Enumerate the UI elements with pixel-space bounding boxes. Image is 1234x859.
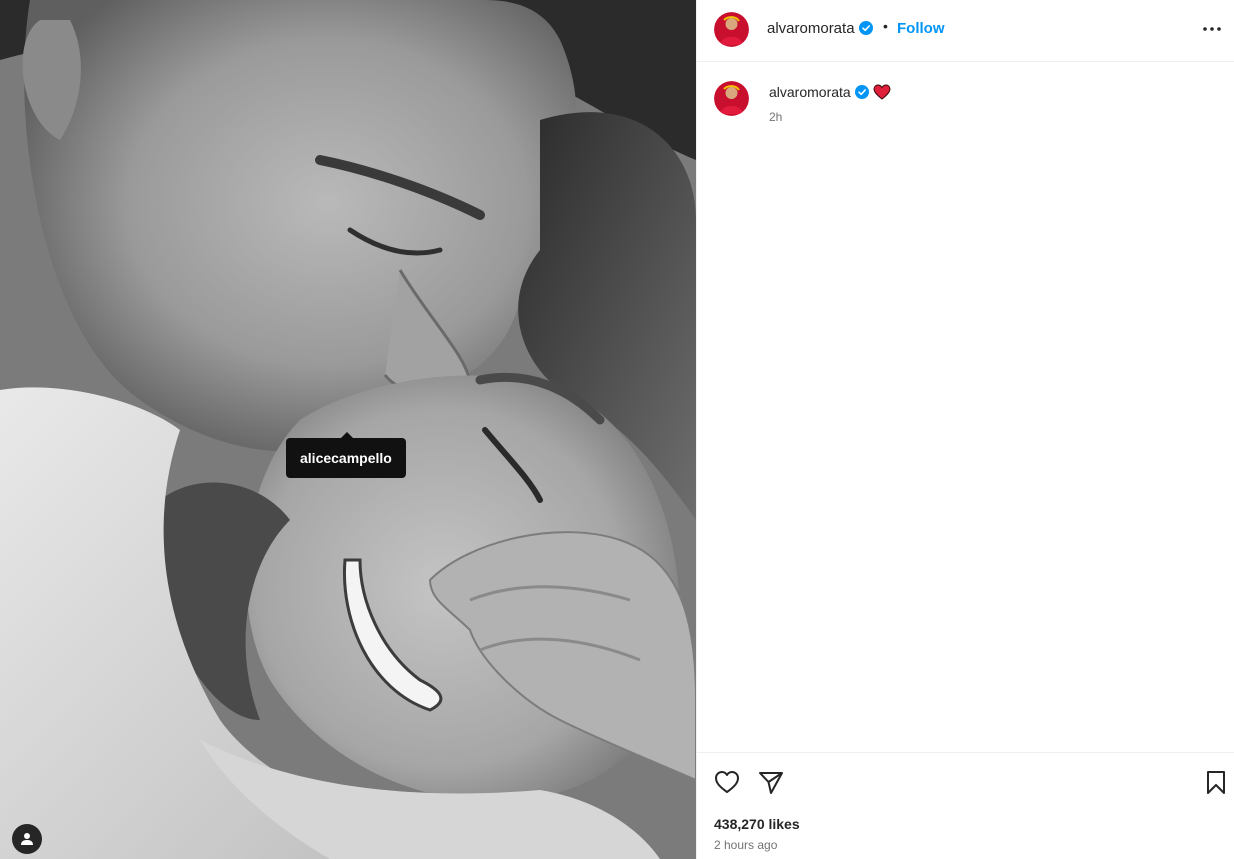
- instagram-post: alicecampello alvaromorata • Follow alva…: [0, 0, 1234, 859]
- caption-timestamp[interactable]: 2h: [769, 110, 782, 124]
- follow-button[interactable]: Follow: [897, 20, 945, 37]
- post-photo[interactable]: alicecampello: [0, 0, 696, 859]
- caption-line: alvaromorata: [769, 84, 891, 100]
- post-image: [0, 0, 696, 859]
- verified-badge-icon: [854, 85, 869, 99]
- verified-badge-icon: [858, 21, 873, 35]
- more-options-icon[interactable]: [1200, 20, 1224, 38]
- post-actions: 438,270 likes 2 hours ago: [697, 752, 1234, 859]
- avatar[interactable]: [714, 12, 749, 47]
- heart-emoji: [873, 84, 891, 100]
- paper-plane-icon[interactable]: [757, 768, 785, 796]
- post-sidebar: alvaromorata • Follow alvaromorata 2h 43…: [696, 0, 1234, 859]
- tagged-users-button[interactable]: [12, 824, 42, 854]
- post-timestamp[interactable]: 2 hours ago: [714, 838, 777, 852]
- separator-dot: •: [883, 18, 888, 34]
- avatar-image: [714, 81, 749, 116]
- user-icon: [21, 833, 33, 845]
- header-username-link[interactable]: alvaromorata: [767, 20, 873, 37]
- username-text: alvaromorata: [767, 20, 855, 37]
- heart-outline-icon[interactable]: [713, 768, 741, 796]
- user-tag-tooltip[interactable]: alicecampello: [286, 432, 406, 478]
- caption-avatar[interactable]: [714, 81, 749, 116]
- caption-username-link[interactable]: alvaromorata: [769, 84, 851, 100]
- bookmark-icon[interactable]: [1202, 768, 1230, 796]
- post-header: alvaromorata • Follow: [697, 0, 1234, 62]
- avatar-image: [714, 12, 749, 47]
- likes-count[interactable]: 438,270 likes: [714, 816, 800, 832]
